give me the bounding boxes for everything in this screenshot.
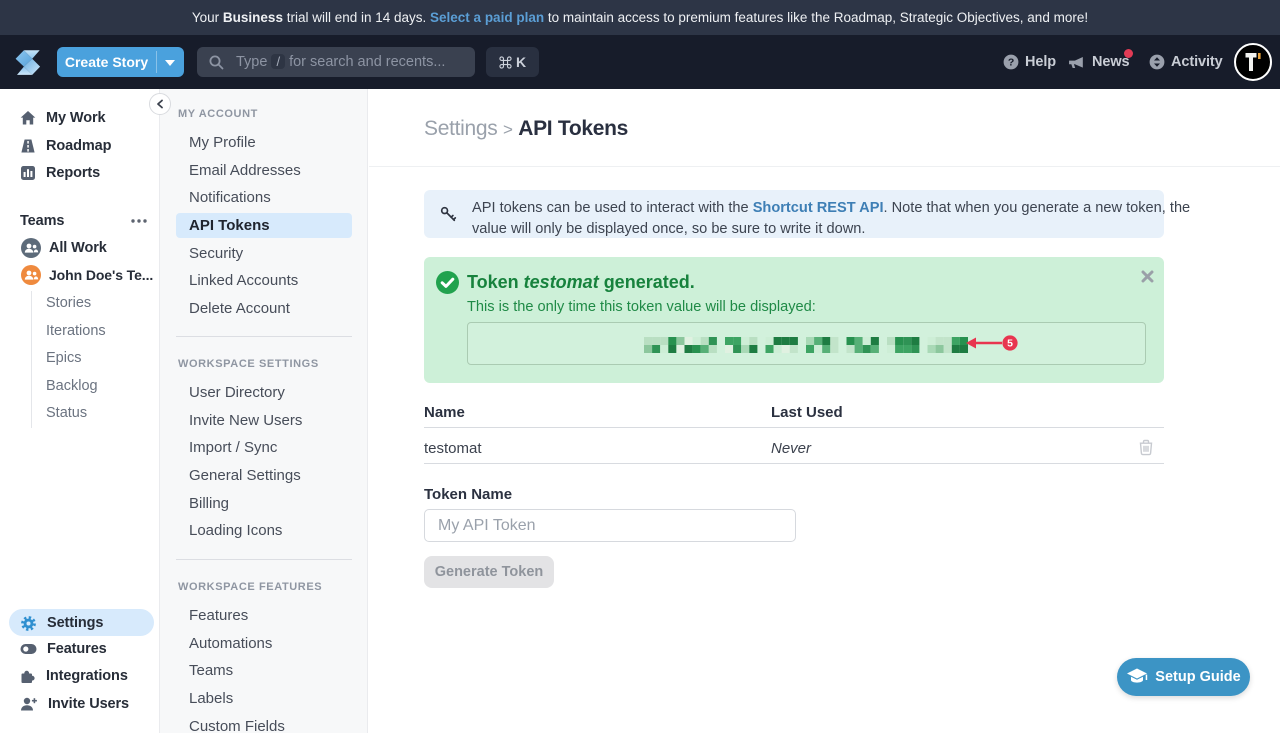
svg-text:?: ? xyxy=(1008,57,1014,69)
svg-text:5: 5 xyxy=(1007,338,1013,350)
